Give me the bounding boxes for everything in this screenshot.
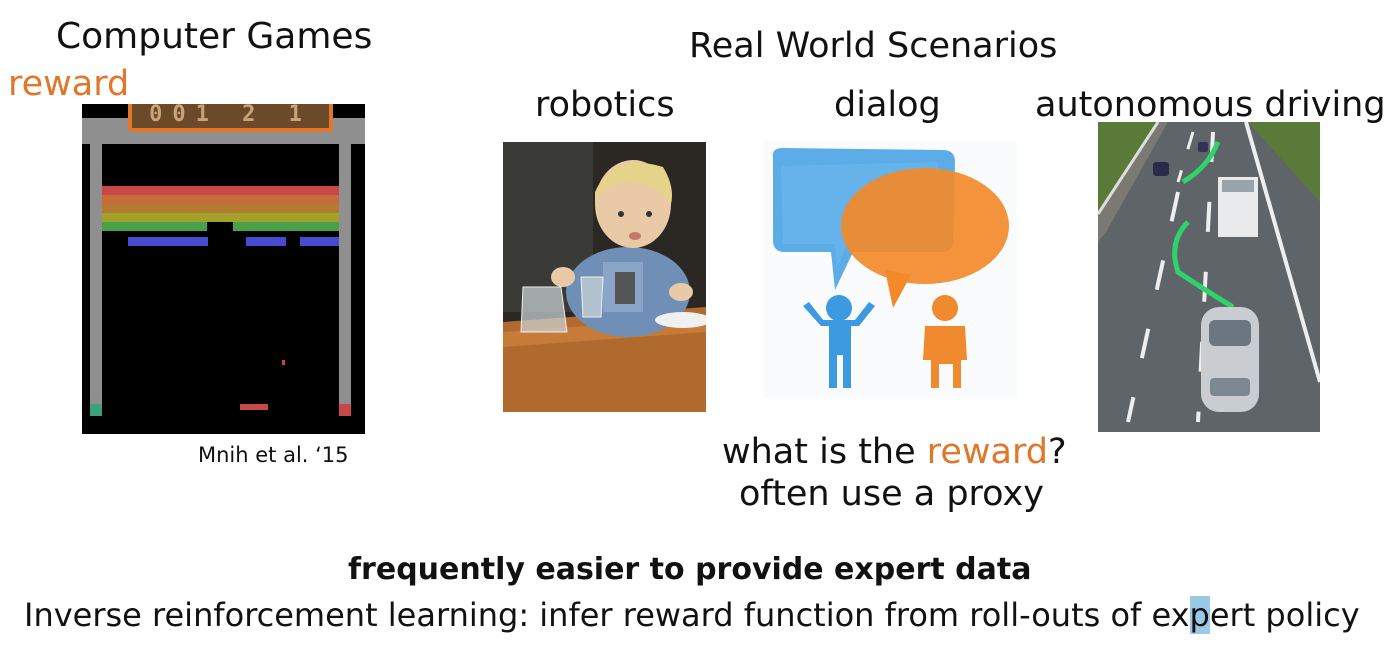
autonomous-driving-label: autonomous driving [1035, 85, 1386, 125]
score-highlight-box: 001 2 1 [128, 104, 333, 132]
reward-question: what is the reward? [722, 432, 1067, 472]
score-display: 001 2 1 [149, 104, 312, 127]
irl-definition: Inverse reinforcement learning: infer re… [24, 596, 1360, 634]
robotics-label: robotics [535, 85, 675, 125]
dialog-illustration [763, 140, 1017, 398]
highway-art [1098, 122, 1320, 432]
citation: Mnih et al. ‘15 [198, 443, 349, 467]
real-world-title: Real World Scenarios [689, 26, 1058, 66]
question-suffix: ? [1047, 432, 1067, 472]
proxy-text: often use a proxy [739, 474, 1044, 514]
question-reward-word: reward [926, 432, 1048, 472]
autonomous-driving-photo [1098, 122, 1320, 432]
dialog-label: dialog [834, 85, 941, 125]
child-at-table-art [503, 142, 706, 412]
irl-text-a: Inverse reinforcement learning: infer re… [24, 596, 1190, 634]
breakout-game-screenshot: 001 2 1 [82, 104, 365, 434]
irl-text-c: ert policy [1209, 596, 1360, 634]
expert-data-headline: frequently easier to provide expert data [348, 552, 1032, 587]
reward-label: reward [8, 64, 130, 104]
computer-games-title: Computer Games [56, 16, 373, 57]
breakout-game-art [82, 118, 365, 416]
irl-text-highlight: p [1189, 596, 1210, 634]
robotics-photo [503, 142, 706, 412]
speech-bubbles-art [772, 148, 1009, 388]
question-prefix: what is the [722, 432, 927, 472]
